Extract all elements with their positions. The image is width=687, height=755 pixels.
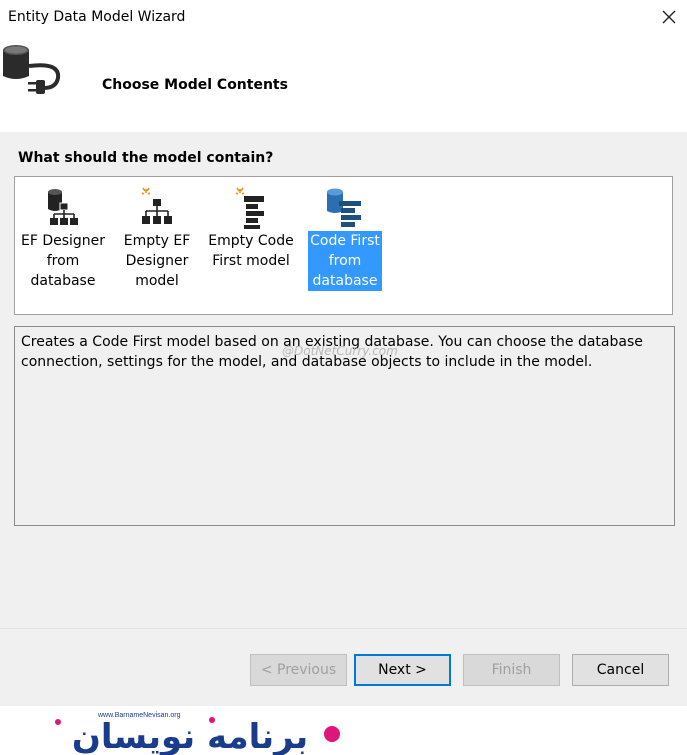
- option-ef-designer-from-database[interactable]: EF Designer from database: [17, 177, 109, 291]
- previous-button[interactable]: < Previous: [250, 654, 347, 686]
- close-icon: [662, 10, 676, 24]
- finish-button[interactable]: Finish: [463, 654, 560, 686]
- brand-banner: www.BarnameNevisan.org برنامه نویسان: [0, 706, 687, 755]
- wizard-header: Choose Model Contents: [0, 34, 687, 132]
- option-empty-ef-designer-model[interactable]: Empty EF Designer model: [111, 177, 203, 291]
- close-button[interactable]: [652, 2, 686, 32]
- question-label: What should the model contain?: [18, 150, 274, 166]
- model-options-list: EF Designer from database Empty EF Desig…: [14, 176, 673, 315]
- database-code-icon: [327, 188, 361, 227]
- watermark-text: @DotNetCurry.com: [282, 344, 398, 358]
- option-label: Empty Code First model: [208, 233, 294, 269]
- page-title: Choose Model Contents: [102, 77, 288, 93]
- brand-logo: www.BarnameNevisan.org برنامه نویسان: [55, 712, 340, 755]
- empty-hierarchy-icon: [141, 187, 172, 224]
- wizard-footer: < Previous Next > Finish Cancel: [0, 628, 687, 707]
- wizard-content: What should the model contain? EF Design…: [0, 132, 687, 628]
- cancel-button[interactable]: Cancel: [572, 654, 669, 686]
- title-bar: Entity Data Model Wizard: [0, 0, 687, 34]
- database-plug-icon: [3, 45, 61, 94]
- option-label: Empty EF Designer model: [123, 233, 191, 289]
- window-title: Entity Data Model Wizard: [8, 9, 186, 25]
- brand-logo-text: برنامه نویسان: [72, 717, 308, 755]
- next-button[interactable]: Next >: [354, 654, 451, 686]
- empty-code-icon: [235, 187, 264, 229]
- option-code-first-from-database[interactable]: Code First from database: [299, 177, 391, 291]
- database-hierarchy-icon: [48, 189, 78, 225]
- option-label: EF Designer from database: [20, 233, 106, 289]
- option-label: Code First from database: [308, 231, 382, 291]
- option-empty-code-first-model[interactable]: Empty Code First model: [205, 177, 297, 271]
